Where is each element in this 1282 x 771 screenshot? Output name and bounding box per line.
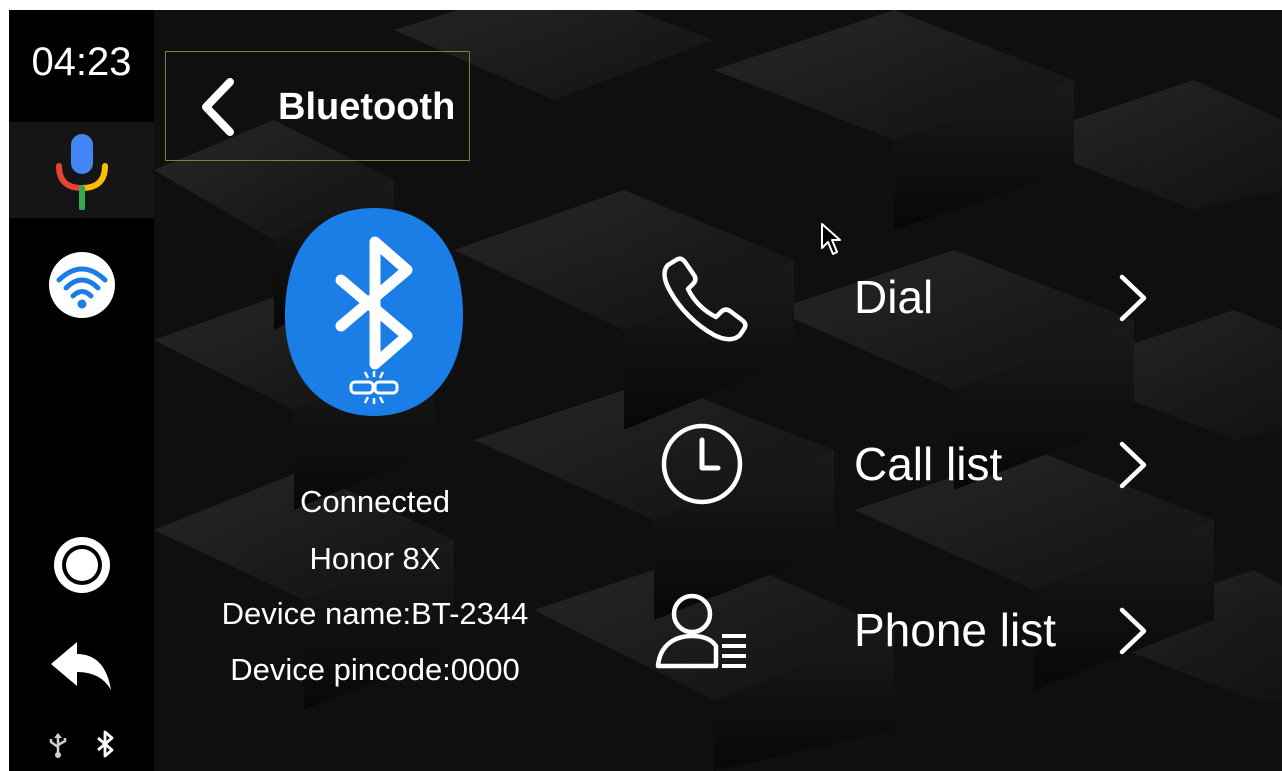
side-rail: 04:23 xyxy=(9,10,154,771)
usb-icon xyxy=(49,733,67,758)
wifi-icon xyxy=(49,252,115,318)
head-unit-screen: 04:23 Bluetooth Connected Honor 8X Devic… xyxy=(0,0,1282,771)
menu-item-phone-list[interactable]: Phone list xyxy=(634,580,1194,680)
back-button[interactable] xyxy=(47,638,117,694)
menu-item-label: Dial xyxy=(854,271,934,323)
menu-item-label: Call list xyxy=(854,438,1003,490)
device-name: Device name:BT-2344 xyxy=(221,596,529,631)
chevron-right-icon xyxy=(1119,441,1147,489)
device-pincode: Device pincode:0000 xyxy=(230,652,520,687)
wifi-button[interactable] xyxy=(47,250,117,320)
bluetooth-link-icon xyxy=(285,208,463,416)
clock: 04:23 xyxy=(31,40,132,84)
chevron-right-icon xyxy=(1119,274,1147,322)
connection-status: Connected xyxy=(300,484,450,519)
status-icons xyxy=(47,728,127,758)
contacts-icon xyxy=(655,593,746,669)
bluetooth-page: Bluetooth Connected Honor 8X Device name… xyxy=(154,10,1282,771)
clock-icon xyxy=(661,423,743,505)
chevron-right-icon xyxy=(1119,607,1147,655)
bluetooth-icon xyxy=(97,730,114,758)
page-title: Bluetooth xyxy=(278,86,456,128)
voice-assistant-button[interactable] xyxy=(9,122,154,218)
back-to-settings-button[interactable]: Bluetooth xyxy=(165,51,470,161)
microphone-icon xyxy=(56,134,108,210)
chevron-left-icon xyxy=(202,78,234,136)
connected-device-model: Honor 8X xyxy=(309,541,441,576)
home-button[interactable] xyxy=(49,532,115,598)
phone-icon xyxy=(662,256,748,342)
menu-item-dial[interactable]: Dial xyxy=(634,247,1194,347)
home-circle-icon xyxy=(54,537,110,593)
menu-item-call-list[interactable]: Call list xyxy=(634,414,1194,514)
back-arrow-icon xyxy=(51,642,111,690)
bluetooth-device-badge xyxy=(283,206,465,423)
menu-item-label: Phone list xyxy=(854,604,1057,656)
mouse-cursor-icon xyxy=(821,223,841,255)
